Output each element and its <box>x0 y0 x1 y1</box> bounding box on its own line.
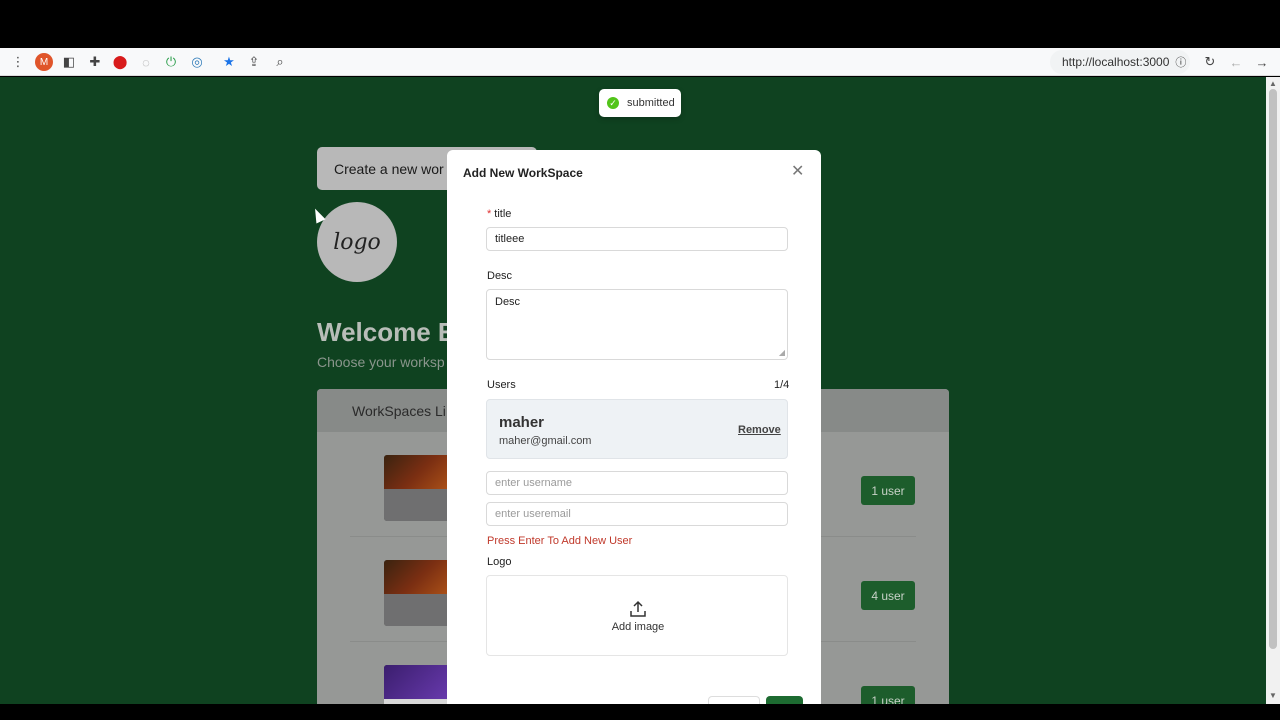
resize-handle-icon[interactable]: ◢ <box>779 348 785 357</box>
forward-arrow-icon[interactable]: → <box>1252 52 1272 72</box>
username-input[interactable]: enter username <box>486 471 788 495</box>
useremail-input[interactable]: enter useremail <box>486 502 788 526</box>
user-count-badge[interactable]: 1 user <box>861 476 915 505</box>
info-icon[interactable]: ⓘ <box>1175 54 1186 70</box>
scroll-down-icon[interactable]: ▼ <box>1269 691 1277 700</box>
workspaces-title: WorkSpaces Li <box>352 403 446 419</box>
add-workspace-modal: Add New WorkSpace ✕ * title titleee Desc … <box>447 150 821 706</box>
bottom-letterbox <box>0 704 1280 720</box>
opera-icon[interactable]: ⬤ <box>110 52 130 72</box>
search-icon[interactable]: ⌕ <box>270 52 290 72</box>
upload-icon <box>630 600 646 617</box>
toast-message: submitted <box>627 97 675 109</box>
upload-label: Add image <box>611 621 665 633</box>
bookmark-star-icon[interactable]: ★ <box>219 52 239 72</box>
desc-value: Desc <box>495 296 521 308</box>
title-label: * title <box>487 208 512 220</box>
url-text: http://localhost:3000 <box>1062 55 1170 69</box>
vpn-icon[interactable]: ◎ <box>187 52 207 72</box>
close-icon[interactable]: ✕ <box>791 161 804 181</box>
user-email: maher@gmail.com <box>499 435 592 447</box>
workspace-thumbnail <box>384 455 454 521</box>
puzzle-icon[interactable]: ✚ <box>85 52 105 72</box>
users-label: Users <box>487 379 516 391</box>
user-card: maher maher@gmail.com Remove <box>486 399 788 459</box>
page-scrollbar[interactable]: ▲ ▼ <box>1266 77 1280 704</box>
share-icon[interactable]: ⇪ <box>244 52 264 72</box>
address-bar[interactable]: http://localhost:3000 ⓘ <box>1050 50 1190 74</box>
back-arrow-icon[interactable]: ← <box>1226 52 1246 72</box>
extension-m-icon[interactable]: M <box>34 52 54 72</box>
user-count-badge[interactable]: 4 user <box>861 581 915 610</box>
remove-user-button[interactable]: Remove <box>738 424 781 436</box>
reload-icon[interactable]: ↻ <box>1200 52 1220 72</box>
power-icon[interactable]: ⏻ <box>161 52 181 72</box>
check-circle-icon: ✓ <box>607 97 619 109</box>
browser-window: ⋮ M ◧ ✚ ⬤ ◌ ⏻ ◎ ★ ⇪ ⌕ http://localhost:3… <box>0 0 1280 720</box>
workspace-thumbnail <box>384 560 454 626</box>
success-toast: ✓ submitted <box>599 89 681 117</box>
add-user-hint: Press Enter To Add New User <box>487 535 633 547</box>
welcome-heading: Welcome E <box>317 317 456 347</box>
workspace-thumbnail <box>384 665 454 704</box>
title-input[interactable]: titleee <box>486 227 788 251</box>
scroll-up-icon[interactable]: ▲ <box>1269 79 1277 88</box>
desc-textarea[interactable]: Desc ◢ <box>486 289 788 360</box>
app-logo: logo <box>317 202 397 282</box>
user-name: maher <box>499 414 545 431</box>
scrollbar-thumb[interactable] <box>1269 89 1277 649</box>
logo-upload[interactable]: Add image <box>486 575 788 656</box>
user-count-badge[interactable]: 1 user <box>861 686 915 704</box>
modal-title: Add New WorkSpace <box>463 166 583 180</box>
logo-label: Logo <box>487 556 512 568</box>
users-count: 1/4 <box>774 379 790 391</box>
welcome-subtitle: Choose your worksp <box>317 354 445 370</box>
sidebar-icon[interactable]: ◧ <box>59 52 79 72</box>
extension-icon[interactable]: ◌ <box>136 52 156 72</box>
browser-toolbar: ⋮ M ◧ ✚ ⬤ ◌ ⏻ ◎ ★ ⇪ ⌕ http://localhost:3… <box>0 48 1280 76</box>
desc-label: Desc <box>487 270 513 282</box>
menu-icon[interactable]: ⋮ <box>8 52 28 72</box>
required-marker: * <box>487 208 492 220</box>
